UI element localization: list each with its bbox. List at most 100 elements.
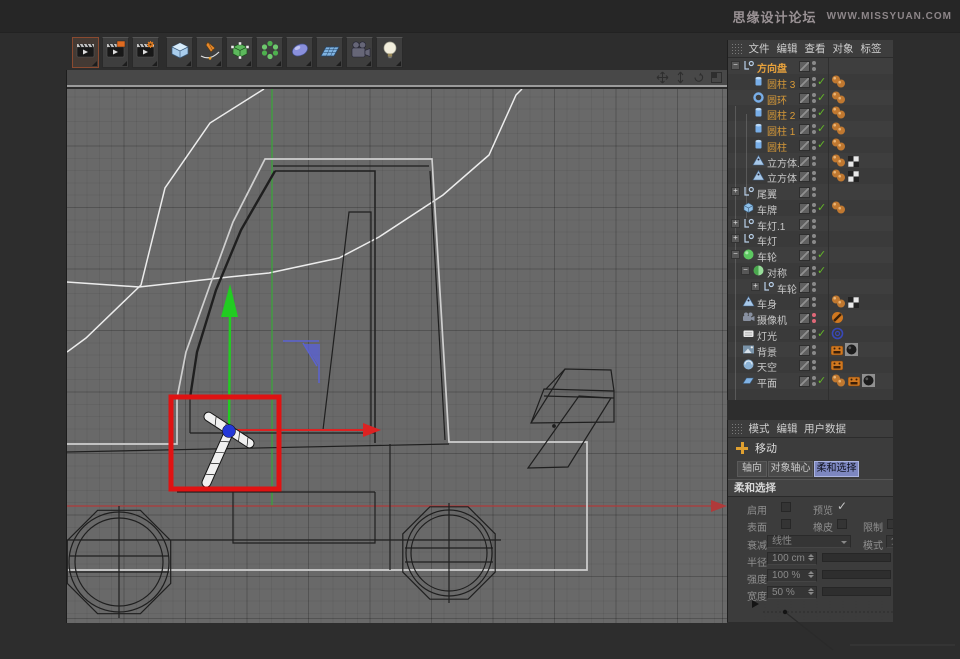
object-row-1[interactable]: −方向盘 [728, 58, 893, 74]
object-row-4[interactable]: 圆柱 2 ✓ [728, 105, 893, 121]
pan-icon[interactable] [656, 71, 669, 84]
layer-box-icon[interactable] [799, 360, 810, 371]
render-view-button[interactable] [72, 37, 99, 68]
maximize-icon[interactable] [710, 71, 723, 84]
visibility-dot[interactable] [812, 108, 816, 112]
visibility-dot[interactable] [812, 209, 816, 213]
eraser-checkbox[interactable] [837, 519, 847, 529]
visibility-dot[interactable] [812, 77, 816, 81]
object-label[interactable]: 圆柱 2 [767, 107, 795, 122]
object-label[interactable]: 车身 [757, 296, 777, 311]
object-label[interactable]: 摄像机 [757, 312, 787, 327]
object-label[interactable]: 对称 [767, 265, 787, 280]
layer-box-icon[interactable] [799, 171, 810, 182]
strength-slider[interactable] [822, 570, 891, 579]
expand-icon[interactable]: + [731, 234, 740, 243]
visibility-dot[interactable] [812, 124, 816, 128]
visibility-dot[interactable] [812, 335, 816, 339]
enabled-check-icon[interactable]: ✓ [817, 138, 826, 151]
visibility-dot[interactable] [812, 130, 816, 134]
visibility-dot[interactable] [812, 366, 816, 370]
tab-3[interactable]: 柔和选择 [814, 461, 859, 477]
object-row-6[interactable]: 圆柱✓ [728, 137, 893, 153]
visibility-dot[interactable] [812, 382, 816, 386]
visibility-dot[interactable] [812, 99, 816, 103]
object-row-18[interactable]: 灯光✓ [728, 326, 893, 342]
object-row-20[interactable]: 天空 [728, 357, 893, 373]
layer-box-icon[interactable] [799, 93, 810, 104]
tab-1[interactable]: 轴向 [737, 461, 767, 477]
stepper-icon[interactable] [808, 588, 814, 595]
object-row-16[interactable]: 车身 [728, 294, 893, 310]
menu-item-3[interactable]: 用户数据 [801, 421, 849, 436]
visibility-dot[interactable] [812, 313, 816, 317]
layer-box-icon[interactable] [799, 203, 810, 214]
layer-box-icon[interactable] [799, 313, 810, 324]
visibility-dot[interactable] [812, 256, 816, 260]
visibility-dot[interactable] [812, 329, 816, 333]
floor-button[interactable] [316, 37, 343, 68]
panel-grip-icon[interactable] [731, 423, 743, 434]
enabled-check-icon[interactable]: ✓ [817, 374, 826, 387]
material-dark-tag-icon[interactable] [862, 374, 875, 392]
visibility-dot[interactable] [812, 83, 816, 87]
layer-box-icon[interactable] [799, 124, 810, 135]
visibility-dot[interactable] [812, 146, 816, 150]
layer-box-icon[interactable] [799, 108, 810, 119]
visibility-dot[interactable] [812, 67, 816, 71]
enabled-check-icon[interactable]: ✓ [817, 106, 826, 119]
object-label[interactable]: 车轮 [777, 281, 797, 296]
visibility-dot[interactable] [812, 297, 816, 301]
menu-item-5[interactable]: 标签 [857, 41, 885, 56]
visibility-dot[interactable] [812, 193, 816, 197]
primitive-cube-button[interactable] [166, 37, 193, 68]
move-gizmo-y-arrow[interactable] [221, 284, 238, 430]
move-gizmo-x-arrow[interactable] [235, 423, 381, 437]
visibility-dot[interactable] [812, 203, 816, 207]
visibility-dot[interactable] [812, 61, 816, 65]
object-label[interactable]: 圆柱 1 [767, 123, 795, 138]
tab-2[interactable]: 对象轴心 [768, 461, 813, 477]
object-row-12[interactable]: +车灯 [728, 231, 893, 247]
object-label[interactable]: 车灯.1 [757, 218, 785, 233]
object-label[interactable]: 灯光 [757, 328, 777, 343]
preview-checkbox[interactable]: ✓ [837, 499, 847, 513]
visibility-dot[interactable] [812, 376, 816, 380]
layer-box-icon[interactable] [799, 140, 810, 151]
falloff-dropdown[interactable]: 线性 [767, 535, 851, 548]
layer-box-icon[interactable] [799, 329, 810, 340]
expand-icon[interactable]: + [731, 219, 740, 228]
enabled-check-icon[interactable]: ✓ [817, 91, 826, 104]
object-row-15[interactable]: + 车轮 [728, 279, 893, 295]
visibility-dot[interactable] [812, 187, 816, 191]
layer-box-icon[interactable] [799, 219, 810, 230]
stepper-icon[interactable] [808, 571, 814, 578]
object-row-21[interactable]: 平面✓ [728, 373, 893, 389]
spline-pen-button[interactable] [196, 37, 223, 68]
visibility-dot[interactable] [812, 266, 816, 270]
render-picture-viewer-button[interactable] [102, 37, 129, 68]
object-label[interactable]: 尾翼 [757, 186, 777, 201]
phong-tag-icon[interactable] [831, 374, 846, 392]
object-row-19[interactable]: 背景 [728, 342, 893, 358]
object-label[interactable]: 车牌 [757, 202, 777, 217]
object-row-14[interactable]: −对称✓ [728, 263, 893, 279]
visibility-dot[interactable] [812, 282, 816, 286]
enabled-check-icon[interactable]: ✓ [817, 248, 826, 261]
collapse-icon[interactable]: − [731, 250, 740, 259]
layer-box-icon[interactable] [799, 297, 810, 308]
menu-item-4[interactable]: 对象 [829, 41, 857, 56]
visibility-dot[interactable] [812, 345, 816, 349]
visibility-dot[interactable] [812, 219, 816, 223]
object-row-2[interactable]: 圆柱 3✓ [728, 74, 893, 90]
expand-icon[interactable]: + [751, 282, 760, 291]
zoom-icon[interactable] [674, 71, 687, 84]
menu-item-1[interactable]: 模式 [745, 421, 773, 436]
object-row-13[interactable]: −车轮✓ [728, 247, 893, 263]
width-slider[interactable] [822, 587, 891, 596]
collapse-icon[interactable]: − [731, 61, 740, 70]
layer-box-icon[interactable] [799, 77, 810, 88]
visibility-dot[interactable] [812, 93, 816, 97]
array-generator-button[interactable] [256, 37, 283, 68]
visibility-dot[interactable] [812, 240, 816, 244]
